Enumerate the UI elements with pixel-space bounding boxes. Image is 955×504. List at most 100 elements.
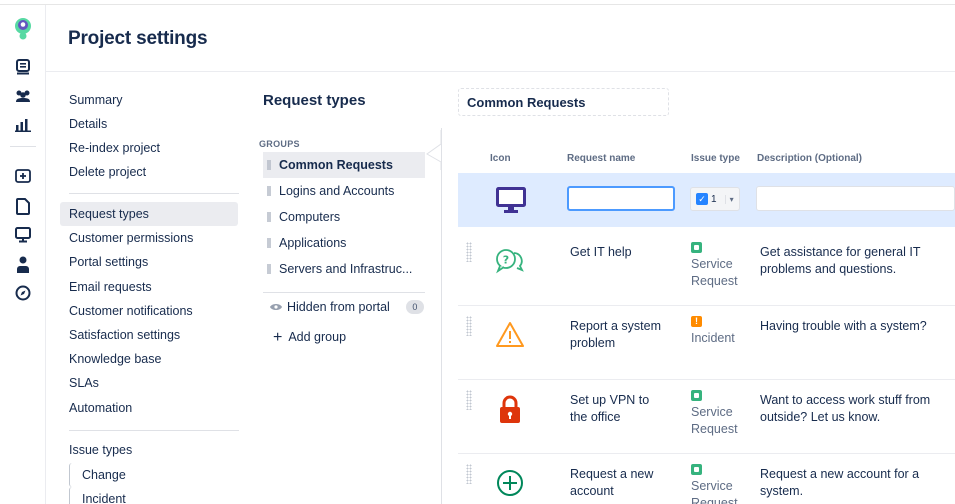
issue-type: Service Request (691, 464, 746, 504)
nav-divider (69, 430, 239, 431)
panel-connector (426, 130, 442, 170)
nav-item-issue-types[interactable]: Issue types (60, 438, 238, 462)
service-request-icon (691, 390, 702, 401)
drag-handle-icon[interactable] (267, 264, 271, 274)
issue-type-label: Service Request (691, 479, 738, 504)
hidden-label: Hidden from portal (287, 300, 390, 314)
issue-type-select[interactable]: ✓ 1 ▾ (690, 187, 740, 211)
issue-type: Service Request (691, 242, 746, 290)
board-icon[interactable] (0, 56, 46, 78)
add-icon[interactable] (0, 165, 46, 187)
drag-handle-icon[interactable] (267, 160, 271, 170)
drag-handle-icon[interactable] (466, 242, 472, 262)
chevron-down-icon: ▾ (724, 194, 734, 204)
drag-handle-icon[interactable] (466, 464, 472, 484)
groups-label: GROUPS (259, 139, 300, 149)
hidden-from-portal[interactable]: Hidden from portal 0 (270, 300, 424, 314)
group-item-label: Common Requests (279, 158, 393, 172)
app-logo-icon[interactable] (0, 18, 46, 40)
request-description: Want to access work stuff from outside? … (760, 393, 931, 424)
nav-item-email-requests[interactable]: Email requests (60, 275, 238, 299)
group-item-label: Computers (279, 210, 341, 224)
monitor-icon[interactable] (496, 187, 526, 214)
request-name: Request a new account (570, 467, 654, 498)
drag-handle-icon[interactable] (466, 316, 472, 336)
group-item[interactable]: Computers (263, 204, 425, 230)
group-item-label: Applications (279, 236, 347, 250)
issue-type-label: Incident (691, 331, 735, 345)
reports-icon[interactable] (0, 114, 46, 136)
request-name-input[interactable] (567, 186, 675, 211)
nav-item-delete[interactable]: Delete project (60, 160, 238, 184)
drag-handle-icon[interactable] (267, 186, 271, 196)
request-types-title: Request types (263, 92, 366, 109)
checkbox-icon: ✓ (696, 193, 708, 205)
eye-icon (270, 304, 282, 310)
issue-type: Service Request (691, 390, 746, 438)
table-row[interactable]: ? Get IT help Service Request Get assist… (458, 232, 955, 306)
group-item[interactable]: Common Requests (263, 152, 425, 178)
nav-item-request-types[interactable]: Request types (60, 202, 238, 226)
monitor-icon[interactable] (0, 224, 46, 246)
page-icon[interactable] (0, 195, 46, 217)
issue-type-value: 1 (711, 193, 717, 205)
groups-divider (263, 292, 425, 293)
description-input[interactable] (756, 186, 955, 211)
lock-icon[interactable] (495, 394, 525, 424)
team-icon[interactable] (0, 85, 46, 107)
col-header-icon: Icon (490, 153, 511, 164)
warning-icon[interactable] (495, 320, 525, 350)
group-item[interactable]: Applications (263, 230, 425, 256)
group-name-field[interactable]: Common Requests (458, 88, 669, 116)
drag-handle-icon[interactable] (466, 390, 472, 410)
add-group-label: Add group (288, 330, 347, 344)
group-item-label: Logins and Accounts (279, 184, 395, 198)
issue-type-label: Service Request (691, 405, 738, 436)
add-group-button[interactable]: + Add group (273, 329, 346, 347)
incident-icon: ! (691, 316, 702, 327)
group-item[interactable]: Logins and Accounts (263, 178, 425, 204)
compass-icon[interactable] (0, 282, 46, 304)
svg-text:?: ? (503, 254, 509, 267)
table-row[interactable]: Report a system problem ! Incident Having… (458, 306, 955, 380)
col-header-desc: Description (Optional) (757, 153, 862, 164)
issue-type-label: Service Request (691, 257, 738, 288)
nav-item-customer-notifications[interactable]: Customer notifications (60, 299, 238, 323)
request-name: Report a system problem (570, 319, 662, 350)
nav-item-change[interactable]: Change (69, 463, 229, 487)
table-row[interactable]: Request a new account Service Request Re… (458, 454, 955, 504)
table-row[interactable]: Set up VPN to the office Service Request… (458, 380, 955, 454)
nav-item-reindex[interactable]: Re-index project (60, 136, 238, 160)
page-title: Project settings (68, 28, 208, 49)
nav-item-knowledge-base[interactable]: Knowledge base (60, 347, 238, 371)
issue-type: ! Incident (691, 316, 746, 347)
nav-divider (69, 193, 239, 194)
col-header-name: Request name (567, 153, 636, 164)
panel-border (441, 128, 442, 504)
group-item-label: Servers and Infrastruc... (279, 262, 413, 276)
speech-bubbles-icon[interactable]: ? (495, 246, 525, 276)
col-header-type: Issue type (691, 153, 740, 164)
nav-item-satisfaction-settings[interactable]: Satisfaction settings (60, 323, 238, 347)
nav-item-slas[interactable]: SLAs (60, 371, 238, 395)
request-name: Get IT help (570, 245, 632, 259)
nav-item-details[interactable]: Details (60, 112, 238, 136)
drag-handle-icon[interactable] (267, 238, 271, 248)
plus-circle-icon[interactable] (495, 468, 525, 498)
user-icon[interactable] (0, 253, 46, 275)
request-name: Set up VPN to the office (570, 393, 650, 424)
request-description: Get assistance for general IT problems a… (760, 245, 921, 276)
nav-item-customer-permissions[interactable]: Customer permissions (60, 226, 238, 250)
plus-icon: + (273, 329, 283, 346)
request-description: Having trouble with a system? (760, 319, 927, 333)
rail-divider (10, 146, 36, 147)
nav-item-automation[interactable]: Automation (60, 396, 238, 420)
service-request-icon (691, 464, 702, 475)
service-request-icon (691, 242, 702, 253)
nav-item-portal-settings[interactable]: Portal settings (60, 250, 238, 274)
nav-item-summary[interactable]: Summary (60, 88, 238, 112)
group-item[interactable]: Servers and Infrastruc... (263, 256, 425, 282)
nav-item-incident[interactable]: Incident (69, 487, 229, 504)
drag-handle-icon[interactable] (267, 212, 271, 222)
app-frame: Project settings Summary Details Re-inde… (0, 0, 955, 504)
